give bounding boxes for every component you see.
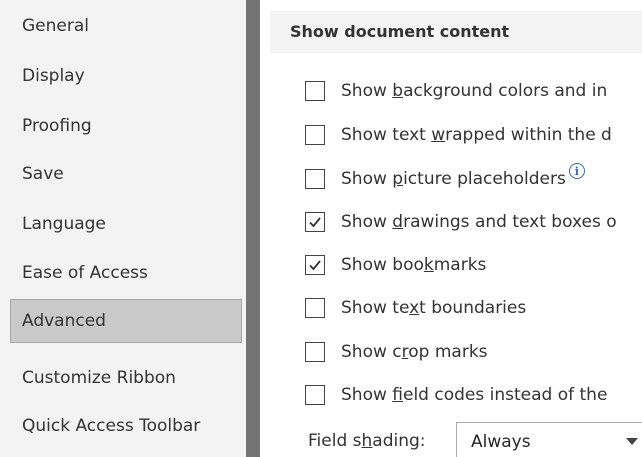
sidebar-item-advanced[interactable]: Advanced (10, 299, 242, 343)
checkbox[interactable] (305, 212, 325, 232)
info-icon[interactable]: i (568, 163, 585, 179)
field-shading-label: Field shading: (308, 431, 426, 451)
option-show-field-codes[interactable]: Show field codes instead of the (305, 380, 607, 410)
checkbox[interactable] (305, 298, 325, 318)
option-show-picture-placeholders[interactable]: Show picture placeholders i (305, 163, 585, 194)
sidebar-item-ease-of-access[interactable]: Ease of Access (10, 251, 242, 295)
sidebar-item-label: Display (22, 66, 85, 86)
section-header: Show document content (270, 11, 642, 53)
option-label: Show text wrapped within the d (341, 125, 612, 145)
option-label: Show field codes instead of the (341, 385, 608, 405)
sidebar-item-general[interactable]: General (10, 4, 242, 48)
checkbox[interactable] (305, 125, 325, 145)
checkbox[interactable] (305, 81, 325, 101)
sidebar-item-proofing[interactable]: Proofing (10, 104, 242, 148)
option-label: Show bookmarks (341, 255, 487, 275)
option-show-drawings-text-boxes[interactable]: Show drawings and text boxes o (305, 207, 617, 237)
field-shading-dropdown[interactable]: Always (456, 422, 642, 457)
option-label: Show background colors and in (341, 81, 608, 101)
sidebar-item-label: Proofing (22, 116, 92, 136)
option-show-background-colors[interactable]: Show background colors and in (305, 76, 607, 106)
option-label: Show text boundaries (341, 298, 527, 318)
option-show-bookmarks[interactable]: Show bookmarks (305, 250, 486, 280)
field-shading-value: Always (471, 432, 531, 452)
section-title: Show document content (290, 22, 510, 41)
sidebar-item-customize-ribbon[interactable]: Customize Ribbon (10, 356, 242, 400)
pane-splitter[interactable] (246, 0, 260, 457)
checkmark-icon (309, 217, 321, 228)
option-show-crop-marks[interactable]: Show crop marks (305, 337, 488, 367)
sidebar-item-label: General (22, 16, 89, 36)
sidebar-item-language[interactable]: Language (10, 202, 242, 246)
sidebar-item-label: Save (22, 164, 64, 184)
sidebar-item-label: Advanced (22, 311, 106, 331)
checkbox[interactable] (305, 169, 325, 189)
sidebar-item-label: Language (22, 214, 106, 234)
chevron-down-icon[interactable] (626, 438, 638, 445)
sidebar-item-display[interactable]: Display (10, 54, 242, 98)
sidebar-item-save[interactable]: Save (10, 152, 242, 196)
checkbox[interactable] (305, 255, 325, 275)
sidebar-item-quick-access-toolbar[interactable]: Quick Access Toolbar (10, 404, 242, 448)
checkbox[interactable] (305, 385, 325, 405)
sidebar-item-label: Ease of Access (22, 263, 148, 283)
checkbox[interactable] (305, 342, 325, 362)
option-label: Show crop marks (341, 342, 488, 362)
sidebar-item-label: Quick Access Toolbar (22, 416, 201, 436)
advanced-options-panel: Show document content Show background co… (260, 0, 642, 457)
option-show-text-wrapped[interactable]: Show text wrapped within the d (305, 120, 612, 150)
option-label: Show drawings and text boxes o (341, 212, 617, 232)
checkmark-icon (309, 260, 321, 271)
sidebar-item-label: Customize Ribbon (22, 368, 176, 388)
options-sidebar: General Display Proofing Save Language E… (0, 0, 246, 457)
option-show-text-boundaries[interactable]: Show text boundaries (305, 293, 526, 323)
option-label: Show picture placeholders (341, 169, 566, 189)
